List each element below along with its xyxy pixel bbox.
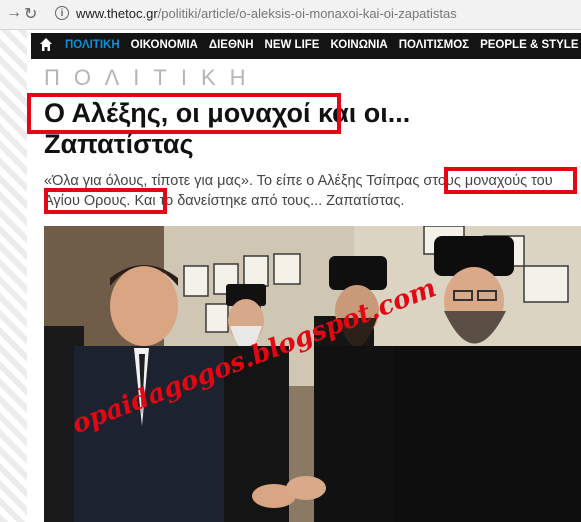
article-photo xyxy=(44,226,581,522)
info-icon[interactable]: i xyxy=(55,6,69,20)
nav-items: ΠΟΛΙΤΙΚΗ ΟΙΚΟΝΟΜΙΑ ΔΙΕΘΝΗ NEW LIFE ΚΟΙΝΩ… xyxy=(65,39,581,51)
url-field[interactable]: www.thetoc.gr/politiki/article/o-aleksis… xyxy=(76,6,457,21)
left-gutter xyxy=(0,30,27,522)
nav-item-politiki[interactable]: ΠΟΛΙΤΙΚΗ xyxy=(65,39,120,51)
nav-item-new-life[interactable]: NEW LIFE xyxy=(265,39,320,51)
site-navigation: ΠΟΛΙΤΙΚΗ ΟΙΚΟΝΟΜΙΑ ΔΙΕΘΝΗ NEW LIFE ΚΟΙΝΩ… xyxy=(31,33,581,59)
nav-item-koinonia[interactable]: ΚΟΙΝΩΝΙΑ xyxy=(330,39,387,51)
back-arrow-icon[interactable]: → xyxy=(6,4,22,22)
nav-item-diethni[interactable]: ΔΙΕΘΝΗ xyxy=(209,39,254,51)
highlight-box-lead-2 xyxy=(44,188,167,214)
category-label[interactable]: ΠΟΛΙΤΙΚΗ xyxy=(44,65,260,91)
photo-scene xyxy=(44,226,581,522)
home-icon[interactable] xyxy=(39,37,53,53)
nav-item-oikonomia[interactable]: ΟΙΚΟΝΟΜΙΑ xyxy=(131,39,198,51)
nav-item-people-style[interactable]: PEOPLE & STYLE xyxy=(480,39,578,51)
highlight-box-lead-1 xyxy=(444,167,577,194)
browser-address-bar: → ↻ i www.thetoc.gr/politiki/article/o-a… xyxy=(0,0,581,30)
url-host: www.thetoc.gr xyxy=(76,6,158,21)
reload-icon[interactable]: ↻ xyxy=(24,4,37,24)
url-path: /politiki/article/o-aleksis-oi-monaxoi-k… xyxy=(157,6,457,21)
nav-item-politismos[interactable]: ΠΟΛΙΤΙΣΜΟΣ xyxy=(399,39,469,51)
highlight-box-headline xyxy=(27,93,341,134)
